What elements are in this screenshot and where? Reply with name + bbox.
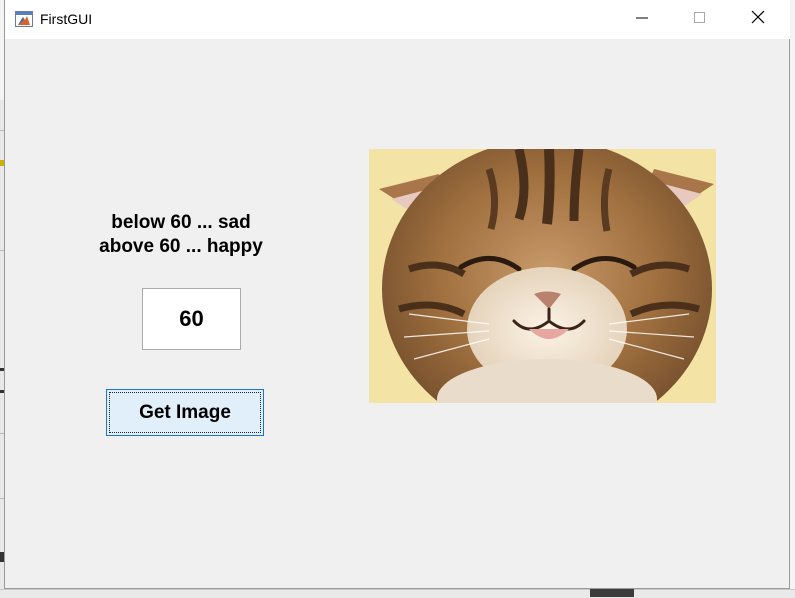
instruction-line-sad: below 60 ... sad xyxy=(111,212,251,233)
minimize-button[interactable] xyxy=(619,0,665,39)
firstgui-window: FirstGUI below 60 ... sad above 60 ... h… xyxy=(4,0,790,589)
close-icon xyxy=(751,10,765,29)
value-field[interactable]: 60 xyxy=(142,288,241,350)
matlab-logo-icon xyxy=(15,11,33,27)
background-dark-block xyxy=(590,589,634,597)
close-button[interactable] xyxy=(735,0,781,39)
title-bar[interactable]: FirstGUI xyxy=(5,0,790,39)
window-title: FirstGUI xyxy=(40,11,93,27)
smiling-kitten-image xyxy=(369,149,716,403)
value-text: 60 xyxy=(179,306,204,331)
maximize-button[interactable] xyxy=(677,0,723,39)
instruction-line-happy: above 60 ... happy xyxy=(99,236,263,257)
instruction-text: below 60 ... sad above 60 ... happy xyxy=(81,211,281,259)
get-image-button[interactable]: Get Image xyxy=(106,389,264,436)
minimize-icon xyxy=(636,11,648,29)
get-image-button-label: Get Image xyxy=(139,401,231,423)
maximize-icon xyxy=(694,11,706,29)
